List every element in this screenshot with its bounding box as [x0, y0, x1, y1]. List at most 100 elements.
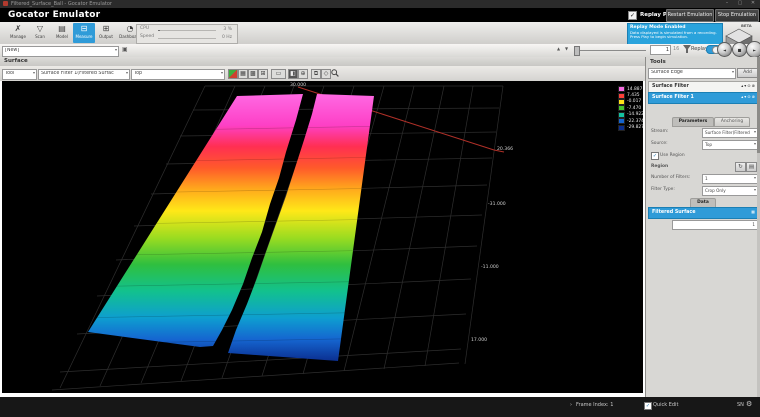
add-tool-dropdown[interactable]: Surface Edge ▾	[648, 68, 736, 79]
legend-row: -14.922	[618, 112, 643, 118]
nav-measure[interactable]: ⊟ Measure	[73, 23, 95, 43]
minimize-button[interactable]: –	[722, 0, 732, 6]
chevron-down-icon: ▾	[732, 69, 734, 74]
legend-swatch	[618, 105, 625, 111]
region-edit-icon[interactable]: ▤	[746, 162, 757, 172]
use-region-checkbox[interactable]: ✓	[651, 152, 659, 160]
nav-scan[interactable]: ▽ Scan	[29, 23, 51, 43]
cpu-track	[158, 30, 216, 31]
window-title: Filtered_Surface_Ball - Gocator Emulator	[11, 1, 112, 7]
zoom-icon[interactable]	[331, 69, 339, 77]
app-title: Gocator Emulator	[8, 10, 100, 20]
add-tool-button[interactable]: Add	[737, 68, 758, 78]
height-legend: 14.887 7.435 -0.017 -7.470 -14.922 -22.3…	[618, 86, 643, 131]
snapshot-icon[interactable]: ⧉	[311, 69, 321, 79]
surface-3d-scene	[2, 81, 643, 393]
os-title-bar: Filtered_Surface_Ball - Gocator Emulator…	[0, 0, 760, 8]
save-scenario-icon[interactable]: ▣	[122, 46, 128, 53]
scenario-bar: [New] ▾ ▣ ▲ ▼	[0, 44, 760, 58]
heightmap-view-icon[interactable]	[228, 69, 238, 79]
source-label: Source:	[651, 141, 668, 146]
intensity-view-icon[interactable]: ▦	[238, 69, 248, 79]
main-toolbar: ✗ Manage ▽ Scan ▤ Model ⊟ Measure ⊞ Outp…	[0, 22, 760, 45]
gear-icon[interactable]: ⚙	[746, 400, 752, 408]
scenario-dropdown[interactable]: [New] ▾	[2, 46, 119, 57]
view-3d-icon[interactable]: ◧	[288, 69, 298, 79]
app-header-bar: Gocator Emulator ✓ Replay Protection Res…	[0, 8, 760, 22]
tool-row-icons[interactable]: ⊙⊗	[747, 94, 756, 99]
chevron-down-icon: ▾	[221, 70, 223, 75]
filter-stream-dropdown[interactable]: Surface Filter 1(Filtered Surfac ▾	[38, 69, 130, 80]
speed-value: 0 Hz	[222, 35, 232, 40]
surface-3d-viewport[interactable]: 30.000 20.366 -31.000 -11.000 17.000 14.…	[2, 81, 643, 393]
surface-panel-title: Surface	[4, 58, 28, 64]
scan-icon: ▽	[29, 24, 51, 34]
chevron-down-icon: ▾	[754, 187, 756, 192]
output-icon: ⊞	[95, 24, 117, 34]
frame-index-label: Frame Index: 1	[576, 402, 613, 408]
step-back-icon: ◄	[723, 47, 726, 52]
system-meters: CPU 3 % Speed 0 Hz	[136, 24, 238, 44]
status-bar: › Frame Index: 1 ✓ Quick Edit SN ⚙	[0, 397, 760, 417]
orientation-dropdown[interactable]: Top ▾	[131, 69, 225, 80]
right-axis-tick-1: -31.000	[488, 202, 506, 207]
measure-icon: ⊟	[73, 24, 95, 34]
replay-position-slider[interactable]	[574, 50, 646, 51]
cpu-value: 3 %	[223, 27, 232, 32]
isometric-cube-icon[interactable]: ◇	[321, 69, 331, 79]
restart-emulation-button[interactable]: Restart Emulation	[666, 9, 714, 22]
tool-row-surface-filter-1[interactable]: Surface Filter 1 ▴▾⊙⊗	[648, 92, 758, 104]
arrow-up-icon[interactable]: ▲	[557, 46, 560, 51]
chevron-down-icon: ▾	[33, 70, 35, 75]
legend-swatch	[618, 118, 625, 124]
play-button[interactable]: ►	[746, 41, 760, 58]
source-dropdown[interactable]: Top ▾	[702, 140, 758, 150]
nav-model[interactable]: ▤ Model	[51, 23, 73, 43]
stream-label: Stream:	[651, 129, 668, 134]
filter-funnel-icon[interactable]	[683, 45, 691, 54]
filter-type-dropdown[interactable]: Crop Only ▾	[702, 186, 758, 196]
legend-swatch	[618, 86, 625, 92]
replay-slider-thumb[interactable]	[574, 46, 580, 56]
fit-screen-icon[interactable]: ▭	[271, 69, 286, 79]
output-row-filtered-surface[interactable]: Filtered Surface ▦	[648, 207, 758, 219]
close-button[interactable]: ✕	[748, 0, 758, 6]
tool-row-icons[interactable]: ⊙⊗	[747, 83, 756, 88]
arrow-down-icon[interactable]: ▼	[565, 46, 568, 51]
tab-parameters[interactable]: Parameters	[672, 117, 714, 127]
nav-manage[interactable]: ✗ Manage	[7, 23, 29, 43]
legend-swatch	[618, 93, 625, 99]
quick-edit-label[interactable]: Quick Edit	[653, 402, 678, 408]
output-icon[interactable]: ▦	[751, 209, 756, 214]
region-reset-icon[interactable]: ↻	[735, 162, 746, 172]
use-region-label: Use Region	[660, 153, 685, 158]
legend-row: -7.470	[618, 105, 643, 111]
tools-panel: Tools Surface Edge ▾ Add Surface Filter …	[645, 57, 760, 397]
output-value-field[interactable]: 1	[672, 220, 758, 230]
right-axis-tick-2: -11.000	[481, 265, 499, 270]
frame-number-input[interactable]: 1	[650, 45, 671, 55]
replay-protection-checkbox[interactable]: ✓	[628, 11, 637, 20]
stream-dropdown[interactable]: Surface Filter(Filtered Su… ▾	[702, 128, 758, 138]
tab-anchoring[interactable]: Anchoring	[714, 117, 750, 127]
step-back-button[interactable]: ◄	[717, 42, 732, 57]
quad-view-icon[interactable]: ⊞	[258, 69, 268, 79]
app-icon	[3, 1, 8, 6]
nav-output[interactable]: ⊞ Output	[95, 23, 117, 43]
filter-type-label: Filter Type:	[651, 187, 675, 192]
maximize-button[interactable]: ▢	[735, 0, 745, 6]
cpu-label: CPU	[140, 26, 149, 31]
chevron-down-icon: ▾	[754, 175, 756, 180]
stop-playback-button[interactable]: ■	[732, 42, 747, 57]
frame-index-expander[interactable]: ›	[570, 402, 572, 408]
legend-swatch	[618, 112, 625, 118]
frame-total-label: 16	[673, 46, 679, 52]
right-axis-tick-3: 17.000	[471, 338, 487, 343]
mesh-view-icon[interactable]: ▩	[248, 69, 258, 79]
tool-dropdown[interactable]: Tool ▾	[2, 69, 37, 80]
quick-edit-checkbox[interactable]: ✓	[644, 402, 652, 410]
view-2d-icon[interactable]: ⊕	[298, 69, 308, 79]
num-filters-dropdown[interactable]: 1 ▾	[702, 174, 758, 184]
legend-row: 14.887	[618, 86, 643, 92]
stop-emulation-button[interactable]: Stop Emulation	[715, 9, 759, 22]
